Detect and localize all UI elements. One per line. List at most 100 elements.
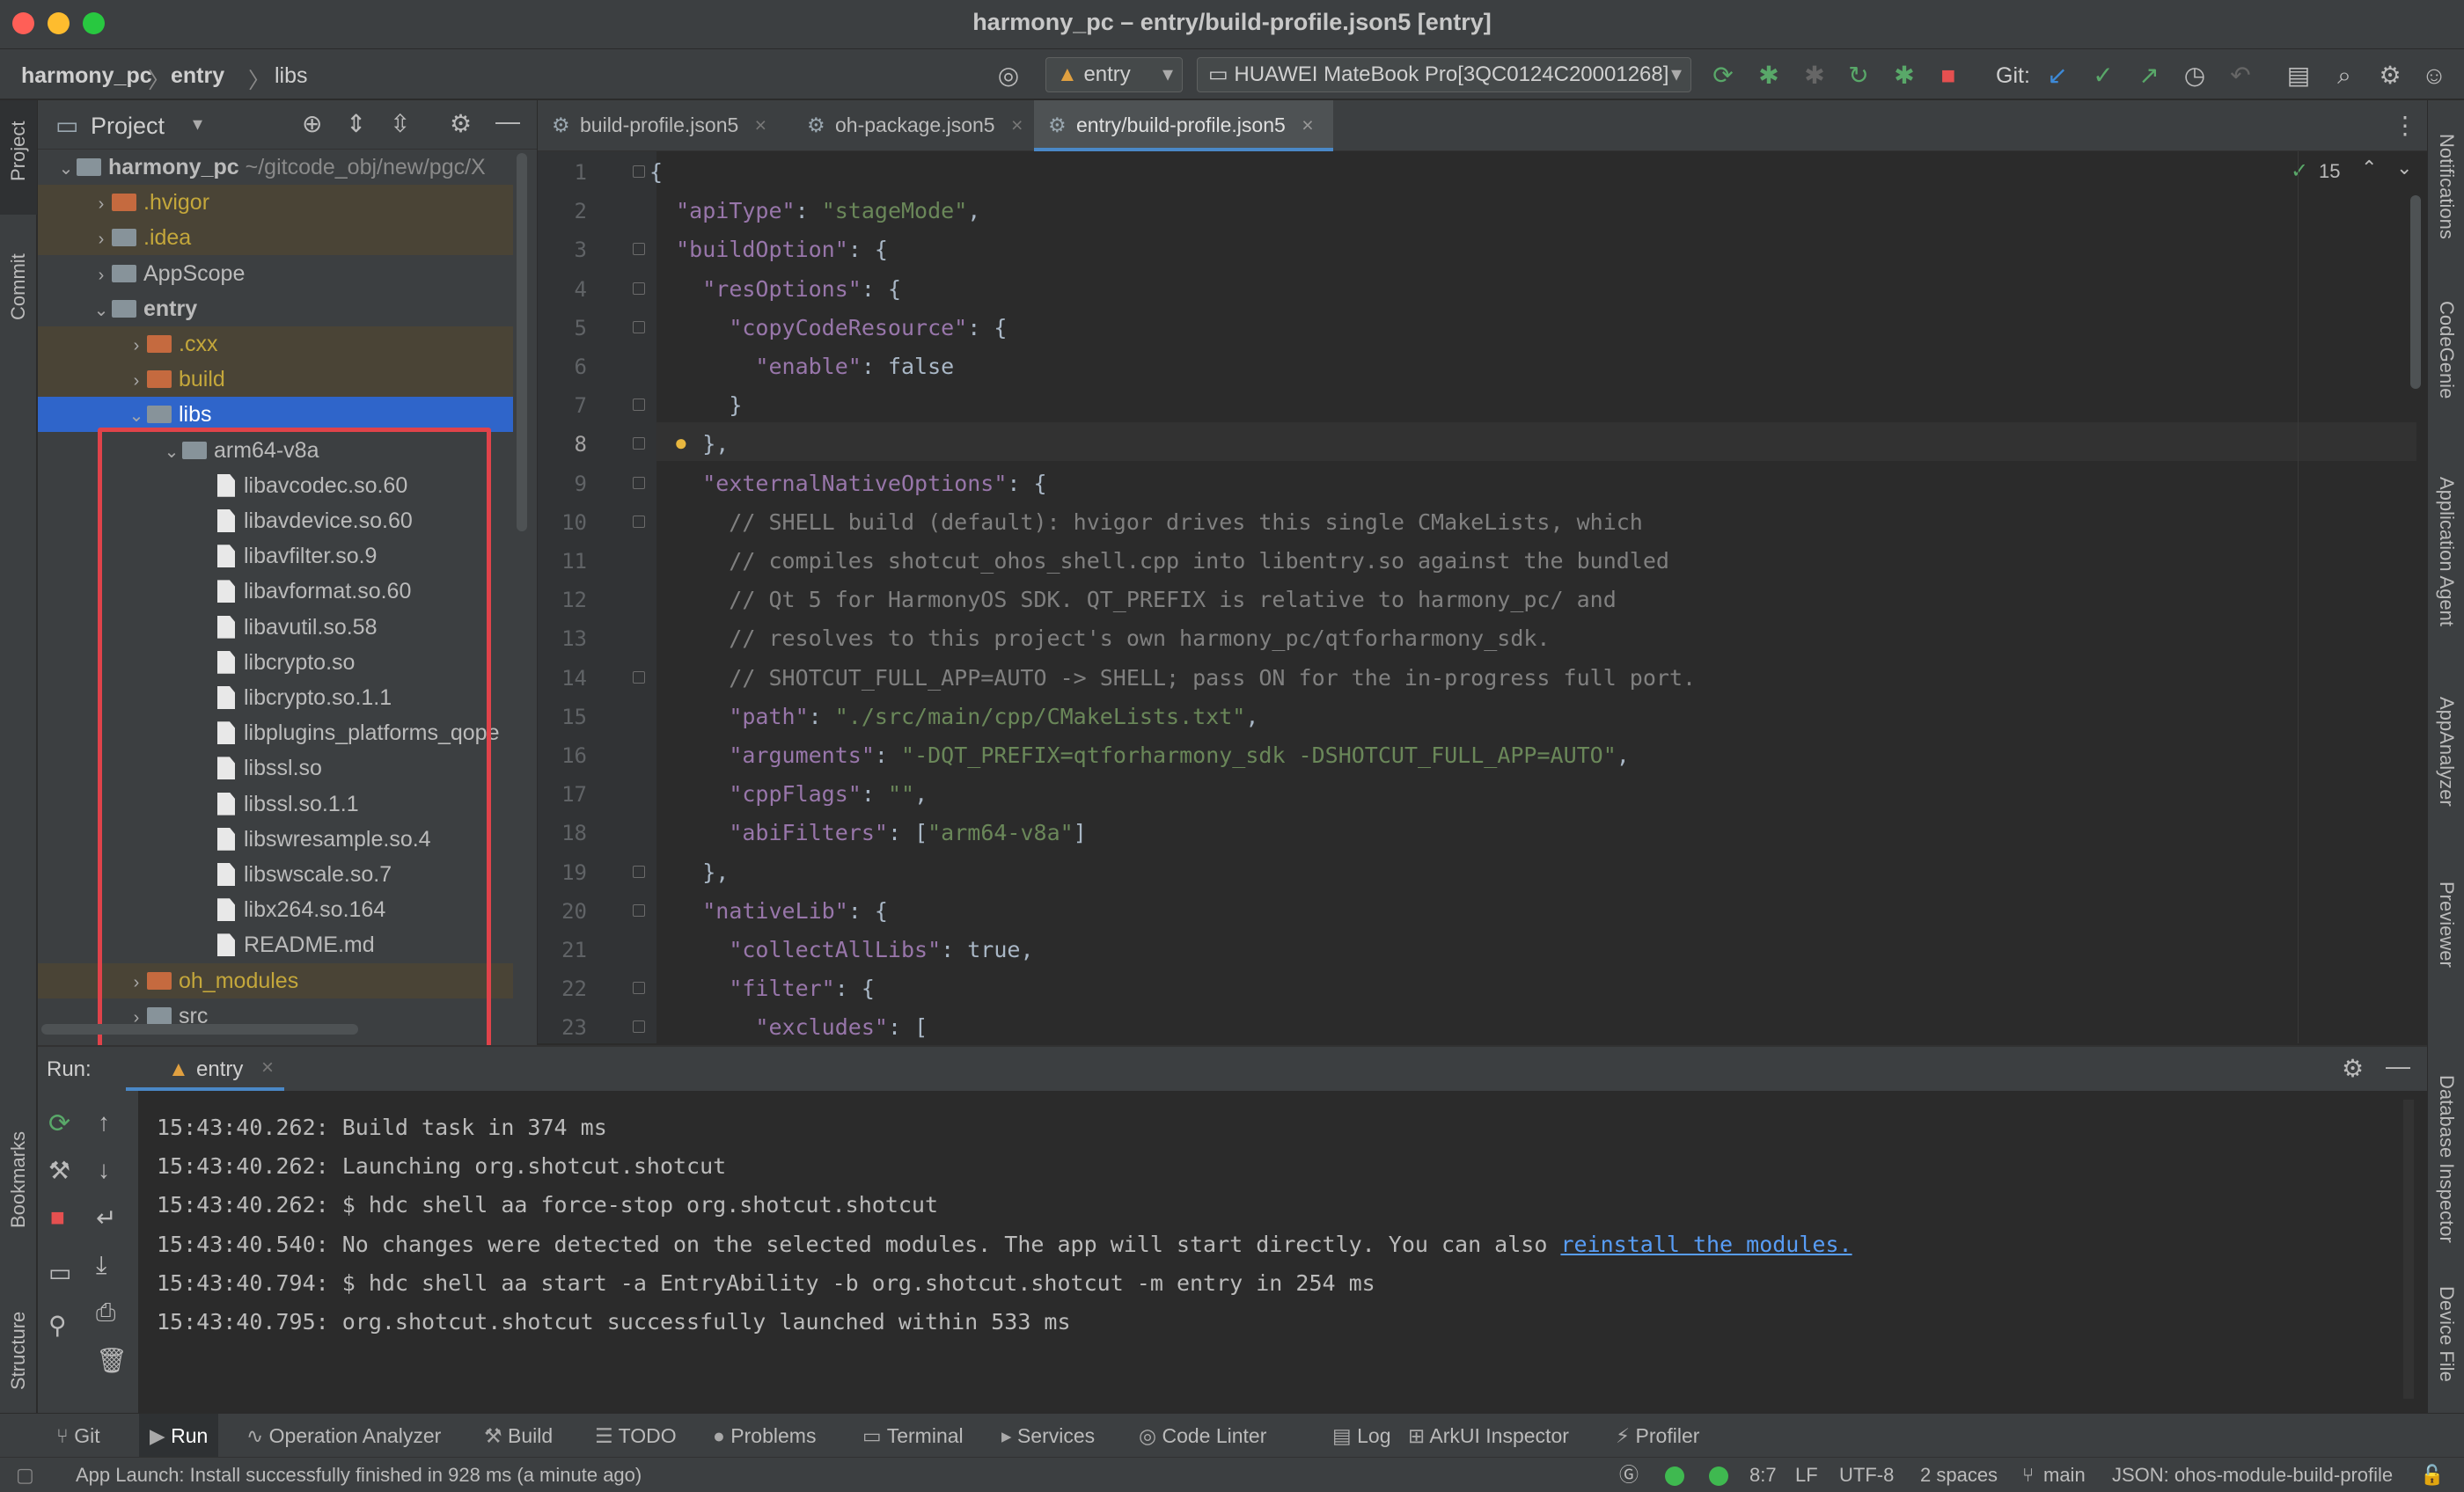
lock-icon[interactable]: 🔓 — [2420, 1458, 2444, 1492]
tool-window-problems[interactable]: ● Problems — [713, 1414, 816, 1458]
chevron-right-icon[interactable]: › — [91, 186, 112, 220]
git-update-icon[interactable]: ↙ — [2042, 60, 2073, 91]
tree-item[interactable]: › .hvigor — [38, 185, 513, 221]
commit-tool-button[interactable]: Commit — [0, 232, 37, 347]
reinstall-modules-link[interactable]: reinstall the modules. — [1560, 1232, 1852, 1257]
tree-item[interactable]: › build — [38, 362, 513, 398]
chevron-up-icon[interactable]: ⌃ — [2361, 157, 2377, 179]
breadcrumb-module[interactable]: entry — [171, 63, 224, 89]
gear-icon[interactable]: ⚙ — [2342, 1054, 2364, 1083]
chevron-down-icon[interactable]: ⌄ — [91, 293, 112, 326]
tool-window-services[interactable]: ▸ Services — [1001, 1414, 1095, 1458]
tree-item[interactable]: ⌄ harmony_pc ~/gitcode_obj/new/pgc/X — [38, 150, 513, 185]
code-editor[interactable]: 1 2 3 4 5 6 7 8 9 10 11 12 13 14 15 16 17 18 19 20 21 22 23 { … — [538, 151, 2427, 1043]
gear-icon[interactable]: ⚙ — [2374, 60, 2406, 91]
attach-debugger-icon[interactable]: ✱ — [1799, 60, 1830, 91]
cursor-position[interactable]: 8:7 — [1749, 1458, 1777, 1492]
editor-scrollbar[interactable] — [2410, 195, 2421, 389]
gear-icon[interactable]: ⚙ — [450, 109, 472, 138]
more-tabs-icon[interactable]: ⋮ — [2393, 111, 2417, 140]
stop-icon[interactable]: ■ — [1932, 60, 1964, 91]
project-view-label[interactable]: Project — [91, 113, 165, 140]
tool-window-build[interactable]: ⚒ Build — [484, 1414, 553, 1458]
tool-codegenie-button[interactable]: CodeGenie — [2428, 294, 2464, 452]
module-select[interactable]: ▲ entry ▾ — [1045, 57, 1183, 92]
account-icon[interactable]: ☺ — [2418, 60, 2450, 91]
tab-oh-package[interactable]: ⚙ oh-package.json5 × — [793, 100, 1030, 151]
tree-item[interactable]: ⌄ entry — [38, 291, 513, 326]
project-structure-icon[interactable]: ▤ — [2283, 60, 2314, 91]
file-encoding[interactable]: UTF-8 — [1839, 1458, 1894, 1492]
tab-build-profile[interactable]: ⚙ build-profile.json5 × — [538, 100, 784, 151]
close-icon[interactable]: × — [1302, 113, 1313, 136]
vertical-scrollbar[interactable] — [517, 153, 527, 531]
tool-window-code-linter[interactable]: ◎ Code Linter — [1139, 1414, 1266, 1458]
console-output[interactable]: 15:43:40.262: Build task in 374 ms 15:43:… — [38, 1091, 2427, 1415]
tool-window-profiler[interactable]: ⚡ Profiler — [1616, 1414, 1699, 1458]
chevron-down-icon[interactable]: ⌄ — [55, 151, 77, 185]
tool-window-log[interactable]: ▤ Log — [1332, 1414, 1391, 1458]
tool-window-git[interactable]: ⑂ Git — [56, 1414, 100, 1458]
tool-window-operation-analyzer[interactable]: ∿ Operation Analyzer — [246, 1414, 441, 1458]
chevron-right-icon[interactable]: › — [126, 363, 147, 397]
tool-appanalyzer-button[interactable]: AppAnalyzer — [2428, 690, 2464, 848]
target-icon[interactable]: ◎ — [993, 60, 1024, 91]
project-tool-button[interactable]: Project — [0, 100, 37, 215]
close-icon[interactable]: × — [1011, 113, 1023, 136]
status-dot-icon[interactable] — [1709, 1466, 1728, 1486]
locate-icon[interactable]: ⊕ — [302, 109, 322, 138]
tool-window-terminal[interactable]: ▭ Terminal — [862, 1414, 964, 1458]
bookmarks-tool-button[interactable]: Bookmarks — [0, 1112, 37, 1235]
tree-item-label: build — [179, 367, 225, 392]
structure-tool-button[interactable]: Structure — [0, 1279, 37, 1402]
close-icon[interactable]: × — [755, 113, 766, 136]
grammar-icon[interactable]: Ⓖ — [1619, 1458, 1639, 1492]
git-commit-icon[interactable]: ✓ — [2087, 60, 2119, 91]
indent-setting[interactable]: 2 spaces — [1920, 1458, 1998, 1492]
console-scrollbar[interactable] — [2403, 1100, 2414, 1399]
lightbulb-icon[interactable]: ● — [674, 429, 688, 457]
run-tab-entry[interactable]: ▲ entry × — [126, 1047, 284, 1091]
horizontal-scrollbar[interactable] — [41, 1024, 358, 1035]
tree-item[interactable]: › AppScope — [38, 256, 513, 291]
tool-previewer-button[interactable]: Previewer — [2428, 874, 2464, 1033]
hide-panel-icon[interactable]: — — [2386, 1052, 2410, 1080]
expand-all-icon[interactable]: ⇕ — [346, 109, 366, 138]
breadcrumb-project[interactable]: harmony_pc — [21, 63, 152, 89]
chevron-right-icon[interactable]: › — [126, 328, 147, 362]
tool-window-arkui-inspector[interactable]: ⊞ ArkUI Inspector — [1408, 1414, 1569, 1458]
json-schema[interactable]: JSON: ohos-module-build-profile — [2112, 1458, 2393, 1492]
collapse-all-icon[interactable]: ⇳ — [390, 109, 410, 138]
device-select[interactable]: ▭ HUAWEI MateBook Pro[3QC0124C20001268] … — [1197, 57, 1691, 92]
tree-item[interactable]: › .cxx — [38, 326, 513, 362]
line-separator[interactable]: LF — [1795, 1458, 1818, 1492]
tool-window-run[interactable]: ▶ Run — [139, 1414, 219, 1458]
tool-window-todo[interactable]: ☰ TODO — [595, 1414, 677, 1458]
tool-application-agent-button[interactable]: Application Agent — [2428, 470, 2464, 628]
status-message[interactable]: App Launch: Install successfully finishe… — [76, 1458, 642, 1492]
inspection-count[interactable]: 15 — [2319, 160, 2340, 183]
close-icon[interactable]: × — [261, 1056, 274, 1080]
chevron-down-icon[interactable]: ⌄ — [2396, 157, 2412, 179]
tool-notifications-button[interactable]: Notifications — [2428, 127, 2464, 285]
rerun-icon[interactable]: ⟳ — [1707, 60, 1739, 91]
profile-icon[interactable]: ✱ — [1888, 60, 1920, 91]
tree-item[interactable]: › .idea — [38, 220, 513, 256]
chevron-down-icon[interactable]: ▾ — [193, 113, 202, 135]
debug-icon[interactable]: ✱ — [1753, 60, 1785, 91]
chevron-right-icon[interactable]: › — [91, 258, 112, 291]
status-dot-icon[interactable] — [1665, 1466, 1684, 1486]
apply-changes-icon[interactable]: ↻ — [1843, 60, 1874, 91]
hide-panel-icon[interactable]: — — [495, 107, 520, 135]
rollback-icon[interactable]: ↶ — [2225, 60, 2256, 91]
search-icon[interactable]: ⌕ — [2328, 60, 2360, 91]
git-push-icon[interactable]: ↗ — [2133, 60, 2165, 91]
chevron-right-icon[interactable]: › — [91, 222, 112, 255]
tool-database-inspector-button[interactable]: Database Inspector — [2428, 1068, 2464, 1243]
history-icon[interactable]: ◷ — [2179, 60, 2211, 91]
project-panel: ▭ Project ▾ ⊕ ⇕ ⇳ ⚙ — ⌄ harmony_pc ~/gitc… — [38, 100, 537, 1052]
git-branch[interactable]: main — [2043, 1458, 2086, 1492]
panel-toggle-icon[interactable]: ▢ — [16, 1458, 34, 1492]
tab-entry-build-profile[interactable]: ⚙ entry/build-profile.json5 × — [1034, 100, 1333, 151]
breadcrumb-folder[interactable]: libs — [275, 63, 308, 89]
